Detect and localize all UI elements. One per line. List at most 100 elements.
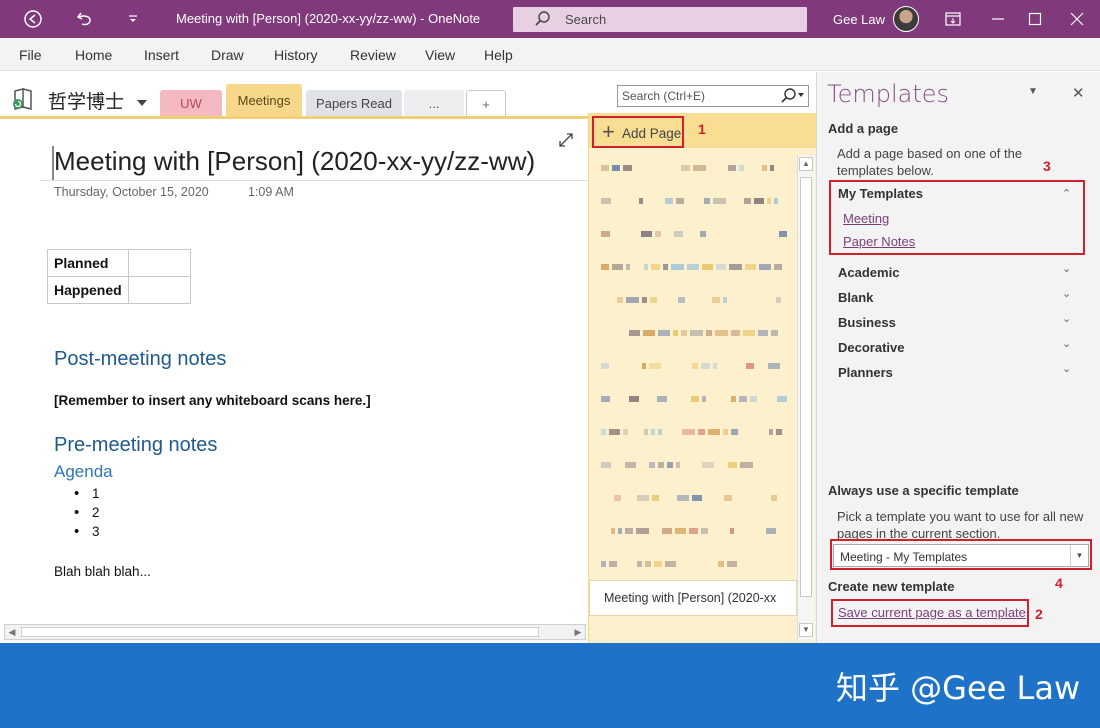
chevron-down-icon[interactable]: ⌄	[1062, 262, 1071, 275]
scroll-down-icon[interactable]: ▼	[799, 623, 813, 637]
page-list: + Add Page 1 Meeting with [Person] (2020…	[588, 113, 817, 643]
notebook-icon[interactable]	[12, 87, 38, 116]
chevron-down-icon[interactable]: ▼	[1070, 545, 1088, 566]
vertical-scrollbar[interactable]: ▲ ▼	[797, 155, 815, 641]
menu-review[interactable]: Review	[350, 47, 396, 63]
blurred-title-pixel	[687, 264, 699, 270]
notebook-name[interactable]: 哲学博士	[48, 87, 124, 114]
table-cell-happened[interactable]: Happened	[47, 276, 129, 304]
remember-note[interactable]: [Remember to insert any whiteboard scans…	[54, 393, 371, 408]
group-business[interactable]: Business	[838, 315, 896, 330]
back-icon[interactable]	[20, 6, 46, 32]
group-planners[interactable]: Planners	[838, 365, 893, 380]
close-pane-icon[interactable]: ✕	[1072, 84, 1085, 102]
blurred-title-pixel	[639, 198, 643, 204]
table-cell-empty[interactable]	[127, 276, 191, 304]
page-list-item[interactable]	[601, 294, 781, 308]
avatar[interactable]	[893, 6, 919, 32]
tab-uw[interactable]: UW	[160, 90, 222, 116]
notebook-dropdown-icon[interactable]	[136, 95, 148, 113]
menu-view[interactable]: View	[425, 47, 455, 63]
list-item[interactable]: 1	[74, 485, 100, 505]
page-title[interactable]: Meeting with [Person] (2020-xx-yy/zz-ww)	[54, 146, 535, 177]
pane-options-icon[interactable]: ▼	[1028, 86, 1038, 97]
add-section-button[interactable]: +	[466, 90, 506, 116]
menu-file[interactable]: File	[19, 47, 42, 63]
scroll-right-icon[interactable]: ▶	[571, 625, 585, 639]
page-list-item[interactable]	[601, 558, 781, 572]
expand-icon[interactable]	[558, 132, 574, 153]
quick-access-dropdown-icon[interactable]	[120, 6, 146, 32]
footer-banner: 知乎 @Gee Law	[0, 643, 1100, 728]
page-list-item[interactable]	[601, 426, 782, 440]
chevron-down-icon[interactable]: ⌄	[1062, 337, 1071, 350]
agenda-heading[interactable]: Agenda	[54, 462, 113, 482]
chevron-up-icon[interactable]: ⌃	[1062, 187, 1071, 200]
default-template-select[interactable]: Meeting - My Templates ▼	[833, 544, 1089, 567]
page-list-item-selected[interactable]: Meeting with [Person] (2020-xx	[589, 580, 797, 616]
search-icon[interactable]	[778, 87, 806, 108]
ribbon-display-icon[interactable]	[940, 6, 966, 32]
page-list-item[interactable]	[601, 162, 781, 176]
page-list-item[interactable]	[601, 459, 781, 473]
horizontal-scrollbar[interactable]: ◀ ▶	[4, 624, 586, 640]
group-my-templates[interactable]: My Templates	[838, 186, 923, 201]
page-canvas[interactable]: Meeting with [Person] (2020-xx-yy/zz-ww)…	[0, 116, 588, 640]
page-list-item[interactable]	[601, 261, 782, 275]
blurred-title-pixel	[652, 495, 659, 501]
blurred-title-pixel	[657, 396, 667, 402]
group-blank[interactable]: Blank	[838, 290, 873, 305]
body-text[interactable]: Blah blah blah...	[54, 564, 151, 579]
template-meeting-link[interactable]: Meeting	[843, 211, 889, 226]
page-list-item[interactable]	[601, 360, 781, 374]
table-cell-planned[interactable]: Planned	[47, 249, 129, 277]
user-name[interactable]: Gee Law	[833, 12, 885, 27]
page-list-item[interactable]	[601, 393, 787, 407]
scroll-up-icon[interactable]: ▲	[799, 157, 813, 171]
close-icon[interactable]	[1064, 6, 1090, 32]
scroll-left-icon[interactable]: ◀	[5, 625, 19, 639]
list-item[interactable]: 2	[74, 504, 100, 524]
blurred-title-pixel	[629, 330, 640, 336]
blurred-title-pixel	[678, 297, 685, 303]
chevron-down-icon[interactable]: ⌄	[1062, 362, 1071, 375]
undo-icon[interactable]	[72, 6, 98, 32]
tab-more[interactable]: ...	[404, 90, 464, 116]
minimize-icon[interactable]	[985, 6, 1011, 32]
always-use-desc-1: Pick a template you want to use for all …	[837, 509, 1084, 524]
search-box[interactable]: Search	[513, 7, 807, 32]
chevron-down-icon[interactable]: ⌄	[1062, 312, 1071, 325]
scroll-thumb[interactable]	[800, 177, 812, 597]
menu-home[interactable]: Home	[75, 47, 112, 63]
menu-history[interactable]: History	[274, 47, 318, 63]
blurred-title-pixel	[650, 297, 657, 303]
menu-insert[interactable]: Insert	[144, 47, 179, 63]
save-as-template-link[interactable]: Save current page as a template	[838, 605, 1026, 620]
pre-meeting-heading[interactable]: Pre-meeting notes	[54, 434, 217, 457]
page-search-input[interactable]: Search (Ctrl+E)	[617, 85, 809, 107]
page-list-item[interactable]	[601, 228, 787, 242]
chevron-down-icon[interactable]: ⌄	[1062, 287, 1071, 300]
page-list-item[interactable]	[601, 525, 781, 539]
post-meeting-heading[interactable]: Post-meeting notes	[54, 348, 226, 371]
list-item[interactable]: 3	[74, 523, 100, 543]
group-decorative[interactable]: Decorative	[838, 340, 904, 355]
tab-meetings[interactable]: Meetings	[226, 84, 302, 116]
blurred-title-pixel	[693, 165, 706, 171]
table-cell-empty[interactable]	[127, 249, 191, 277]
blurred-title-pixel	[704, 198, 710, 204]
page-list-item[interactable]	[601, 327, 781, 341]
menu-draw[interactable]: Draw	[211, 47, 244, 63]
blurred-title-pixel	[767, 198, 771, 204]
tab-papers-read[interactable]: Papers Read	[306, 90, 402, 116]
group-academic[interactable]: Academic	[838, 265, 899, 280]
template-paper-notes-link[interactable]: Paper Notes	[843, 234, 915, 249]
watermark: 知乎 @Gee Law	[836, 669, 1081, 707]
scroll-thumb[interactable]	[21, 627, 539, 637]
add-page-button[interactable]: + Add Page	[592, 116, 684, 148]
page-list-item[interactable]	[601, 195, 781, 209]
maximize-icon[interactable]	[1022, 6, 1048, 32]
page-list-item[interactable]	[601, 492, 781, 506]
blurred-title-pixel	[644, 264, 648, 270]
menu-help[interactable]: Help	[484, 47, 513, 63]
